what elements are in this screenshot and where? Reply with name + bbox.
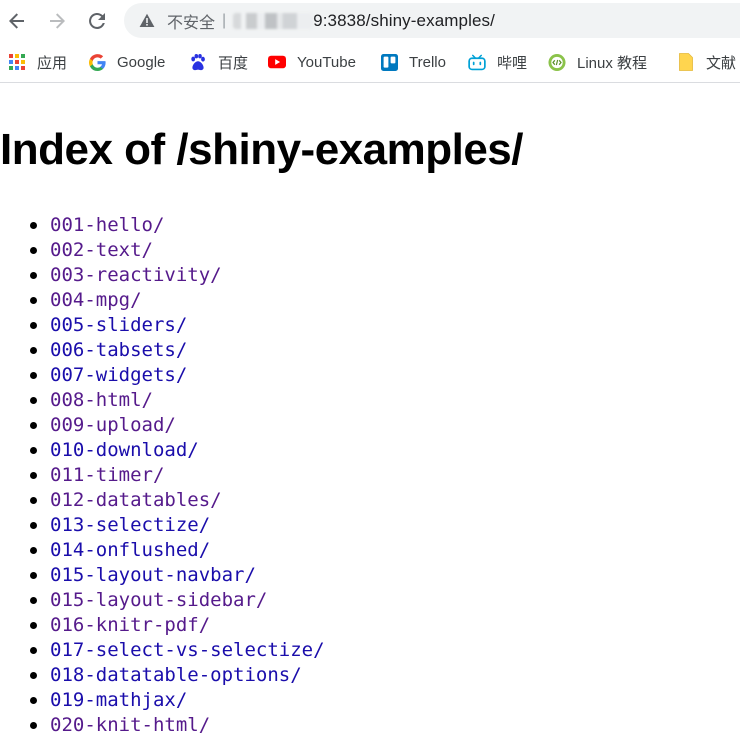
list-item: 016-knitr-pdf/ (30, 613, 325, 638)
list-item: 011-timer/ (30, 463, 325, 488)
bookmark-label: Linux 教程 (577, 54, 648, 72)
bookmark-bilibili[interactable]: 哔哩 (468, 51, 527, 73)
directory-link[interactable]: 005-sliders/ (50, 314, 187, 336)
forward-button[interactable] (42, 6, 72, 36)
list-item: 002-text/ (30, 238, 325, 263)
list-item: 013-selectize/ (30, 513, 325, 538)
bookmark-label: Trello (409, 53, 446, 71)
directory-link[interactable]: 003-reactivity/ (50, 264, 222, 286)
list-item: 003-reactivity/ (30, 263, 325, 288)
directory-link[interactable]: 020-knit-html/ (50, 714, 210, 736)
directory-link[interactable]: 011-timer/ (50, 464, 164, 486)
directory-link[interactable]: 013-selectize/ (50, 514, 210, 536)
list-item: 008-html/ (30, 388, 325, 413)
directory-link[interactable]: 012-datatables/ (50, 489, 222, 511)
redacted-host (233, 12, 314, 29)
list-item: 018-datatable-options/ (30, 663, 325, 688)
list-item: 020-knit-html/ (30, 713, 325, 738)
bookmark-folder[interactable]: 文献 (677, 51, 736, 73)
bookmark-label: YouTube (297, 53, 356, 71)
list-item: 012-datatables/ (30, 488, 325, 513)
youtube-icon (268, 53, 286, 71)
bookmark-youtube[interactable]: YouTube (268, 51, 356, 73)
directory-listing: 001-hello/002-text/003-reactivity/004-mp… (0, 213, 325, 738)
forward-arrow-icon (50, 13, 65, 29)
bookmark-baidu[interactable]: 百度 (189, 51, 248, 73)
back-arrow-icon (9, 13, 24, 29)
list-item: 006-tabsets/ (30, 338, 325, 363)
back-button[interactable] (2, 6, 32, 36)
directory-link[interactable]: 006-tabsets/ (50, 339, 187, 361)
directory-link[interactable]: 001-hello/ (50, 214, 164, 236)
list-item: 001-hello/ (30, 213, 325, 238)
list-item: 015-layout-sidebar/ (30, 588, 325, 613)
page-title: Index of /shiny-examples/ (0, 125, 524, 174)
linux-tutorial-icon (548, 53, 566, 71)
list-item: 010-download/ (30, 438, 325, 463)
directory-link[interactable]: 017-select-vs-selectize/ (50, 639, 325, 661)
list-item: 015-layout-navbar/ (30, 563, 325, 588)
directory-link[interactable]: 016-knitr-pdf/ (50, 614, 210, 636)
bookmark-google[interactable]: Google (88, 51, 165, 73)
directory-link[interactable]: 015-layout-sidebar/ (50, 589, 267, 611)
trello-icon (380, 53, 398, 71)
apps-grid-icon (8, 53, 26, 71)
browser-toolbar: 不安全 | 9:3838/shiny-examples/ (0, 0, 740, 42)
folder-icon (677, 53, 695, 71)
security-status-label[interactable]: 不安全 (167, 9, 215, 33)
list-item: 007-widgets/ (30, 363, 325, 388)
directory-link[interactable]: 008-html/ (50, 389, 153, 411)
list-item: 004-mpg/ (30, 288, 325, 313)
bookmark-label: 哔哩 (497, 54, 528, 72)
list-item: 019-mathjax/ (30, 688, 325, 713)
directory-link[interactable]: 002-text/ (50, 239, 153, 261)
list-item: 005-sliders/ (30, 313, 325, 338)
url-text[interactable]: 9:3838/shiny-examples/ (313, 11, 495, 31)
directory-link[interactable]: 007-widgets/ (50, 364, 187, 386)
bookmark-label: 百度 (218, 54, 249, 72)
directory-link[interactable]: 009-upload/ (50, 414, 176, 436)
not-secure-warning-icon (139, 13, 155, 29)
directory-link[interactable]: 018-datatable-options/ (50, 664, 302, 686)
baidu-paw-icon (189, 53, 207, 71)
address-bar[interactable]: 不安全 | 9:3838/shiny-examples/ (124, 3, 740, 38)
list-item: 017-select-vs-selectize/ (30, 638, 325, 663)
bookmark-linux-tutorial[interactable]: Linux 教程 (548, 51, 647, 73)
bookmark-label: Google (117, 53, 166, 71)
bilibili-icon (468, 53, 486, 71)
list-item: 009-upload/ (30, 413, 325, 438)
address-separator: | (222, 11, 227, 29)
reload-icon (89, 12, 105, 29)
directory-link[interactable]: 010-download/ (50, 439, 199, 461)
directory-link[interactable]: 019-mathjax/ (50, 689, 187, 711)
bookmark-label: 应用 (37, 54, 68, 72)
bookmark-label: 文献 (706, 54, 737, 72)
list-item: 014-onflushed/ (30, 538, 325, 563)
bookmark-apps[interactable]: 应用 (8, 51, 67, 73)
bookmarks-bar: 应用 Google 百度 YouTube Trello 哔哩 Linux 教程 … (0, 42, 740, 83)
directory-link[interactable]: 004-mpg/ (50, 289, 142, 311)
bookmark-trello[interactable]: Trello (380, 51, 446, 73)
directory-link[interactable]: 014-onflushed/ (50, 539, 210, 561)
reload-button[interactable] (82, 6, 112, 36)
google-icon (88, 53, 106, 71)
directory-link[interactable]: 015-layout-navbar/ (50, 564, 256, 586)
